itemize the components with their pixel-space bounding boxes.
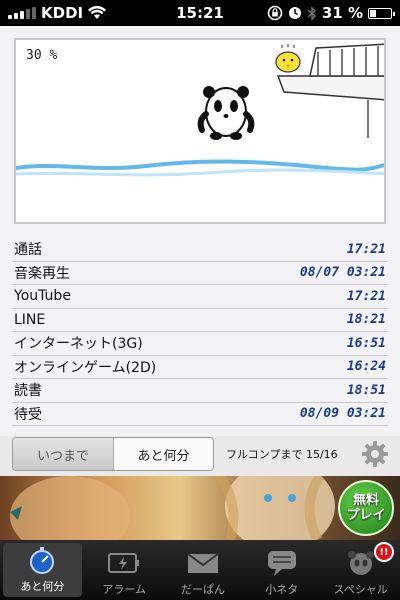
gear-icon[interactable]: [358, 437, 392, 471]
status-bar: KDDI 15:21 31 %: [0, 0, 400, 26]
battery-fill: [370, 9, 376, 17]
item-time: 17:21: [346, 241, 386, 257]
item-label: 音楽再生: [14, 265, 70, 282]
free-play-button[interactable]: 無料 プレイ: [338, 480, 394, 536]
item-label: 読書: [14, 383, 42, 400]
wifi-icon: [88, 6, 107, 19]
ad-banner[interactable]: 無料 プレイ: [0, 476, 400, 540]
item-time: 16:24: [346, 359, 386, 375]
usage-list: 通話 17:21 音楽再生 08/07 03:21 YouTube 17:21 …: [12, 238, 388, 426]
tab-tips[interactable]: 小ネタ: [242, 540, 321, 600]
battery-icon: [107, 547, 141, 579]
notification-badge: !!: [373, 542, 394, 562]
tab-label: あと何分: [20, 580, 65, 593]
status-right: 31 %: [267, 4, 395, 22]
tab-dapan[interactable]: だーぱん: [164, 540, 243, 600]
battery-percent: 31 %: [321, 4, 363, 22]
item-time: 08/07 03:21: [299, 265, 386, 281]
mail-icon: [186, 547, 220, 579]
tab-special[interactable]: スペシャル !!: [321, 540, 400, 600]
panda-icon: [346, 547, 376, 579]
until-mode-button[interactable]: いつまで: [13, 438, 113, 470]
remaining-mode-button[interactable]: あと何分: [113, 438, 213, 470]
bluetooth-icon: [307, 5, 316, 21]
list-item[interactable]: 待受 08/09 03:21: [12, 403, 388, 426]
list-item[interactable]: 読書 18:51: [12, 379, 388, 403]
item-time: 18:51: [346, 382, 386, 398]
item-label: 待受: [14, 406, 42, 423]
list-item[interactable]: 通話 17:21: [12, 238, 388, 262]
tab-bar: あと何分 アラーム だーぱん 小ネタ スペシャル !!: [0, 540, 400, 600]
stopwatch-icon: [27, 544, 57, 576]
completion-status: フルコンプまで 15/16: [226, 448, 338, 461]
rotation-lock-icon: [267, 5, 283, 21]
badge-line1: 無料: [352, 493, 379, 508]
tab-label: スペシャル: [333, 583, 388, 596]
list-item[interactable]: オンラインゲーム(2D) 16:24: [12, 356, 388, 379]
item-time: 16:51: [346, 335, 386, 351]
mode-segmented-control: いつまで あと何分: [12, 437, 214, 471]
game-canvas: [16, 43, 384, 177]
tab-alarm[interactable]: アラーム: [85, 540, 164, 600]
status-left: KDDI: [8, 4, 107, 22]
item-time: 18:21: [346, 312, 386, 328]
battery-icon: [368, 7, 395, 19]
panda-character: [197, 86, 255, 140]
list-item[interactable]: YouTube 17:21: [12, 285, 388, 309]
item-label: YouTube: [14, 288, 71, 305]
item-label: オンラインゲーム(2D): [14, 359, 157, 376]
badge-line2: プレイ: [346, 508, 386, 523]
signal-icon: [8, 7, 36, 19]
list-item[interactable]: LINE 18:21: [12, 309, 388, 332]
tab-remaining[interactable]: あと何分: [3, 543, 82, 597]
item-time: 08/09 03:21: [299, 406, 386, 422]
item-label: LINE: [14, 311, 46, 328]
tab-label: 小ネタ: [265, 583, 299, 596]
carrier-name: KDDI: [41, 4, 84, 22]
item-label: 通話: [14, 242, 42, 259]
item-label: インターネット(3G): [14, 336, 143, 353]
tab-label: アラーム: [102, 583, 147, 596]
chick-character: [275, 44, 301, 73]
controls-bar: いつまで あと何分 フルコンプまで 15/16: [12, 436, 392, 472]
main-panel: 30 % 通話 17:21 音楽再生 08/07 03:21 YouTube 1…: [0, 26, 400, 436]
list-item[interactable]: インターネット(3G) 16:51: [12, 332, 388, 356]
alarm-clock-icon: [288, 7, 301, 19]
tab-label: だーぱん: [180, 583, 225, 596]
item-time: 17:21: [346, 288, 386, 304]
list-item[interactable]: 音楽再生 08/07 03:21: [12, 262, 388, 285]
game-scene: 30 %: [14, 38, 386, 224]
chat-bubble-icon: [266, 547, 298, 579]
